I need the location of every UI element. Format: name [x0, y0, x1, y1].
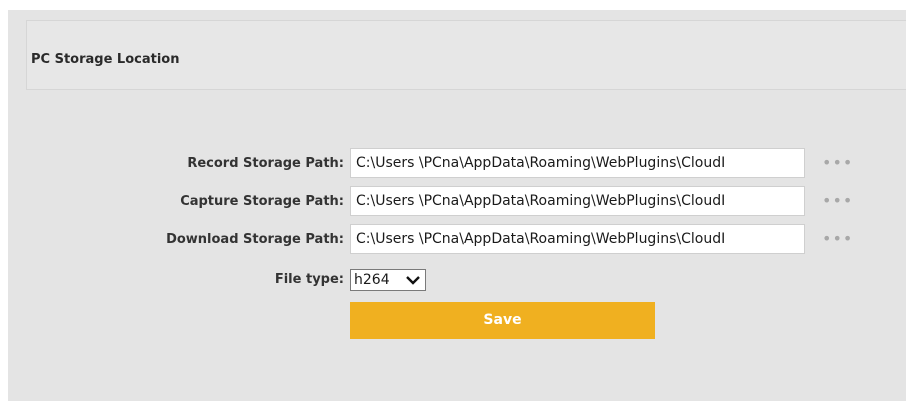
download-path-input[interactable]: C:\Users \PCna\AppData\Roaming\WebPlugin…	[350, 224, 805, 254]
section-title: PC Storage Location	[31, 52, 180, 67]
download-path-label: Download Storage Path:	[166, 232, 344, 247]
download-path-browse-button[interactable]: •••	[822, 231, 853, 247]
record-path-input[interactable]: C:\Users \PCna\AppData\Roaming\WebPlugin…	[350, 148, 805, 178]
file-type-value: h264	[354, 272, 390, 288]
chevron-down-icon	[406, 276, 420, 285]
capture-path-input[interactable]: C:\Users \PCna\AppData\Roaming\WebPlugin…	[350, 186, 805, 216]
save-button[interactable]: Save	[350, 302, 655, 339]
file-type-label: File type:	[274, 272, 344, 287]
record-path-label: Record Storage Path:	[187, 156, 344, 171]
file-type-select[interactable]: h264	[350, 269, 426, 291]
capture-path-label: Capture Storage Path:	[180, 194, 344, 209]
settings-panel: PC Storage Location Record Storage Path:…	[8, 10, 906, 401]
capture-path-browse-button[interactable]: •••	[822, 193, 853, 209]
section-header: PC Storage Location	[26, 20, 906, 90]
record-path-browse-button[interactable]: •••	[822, 155, 853, 171]
